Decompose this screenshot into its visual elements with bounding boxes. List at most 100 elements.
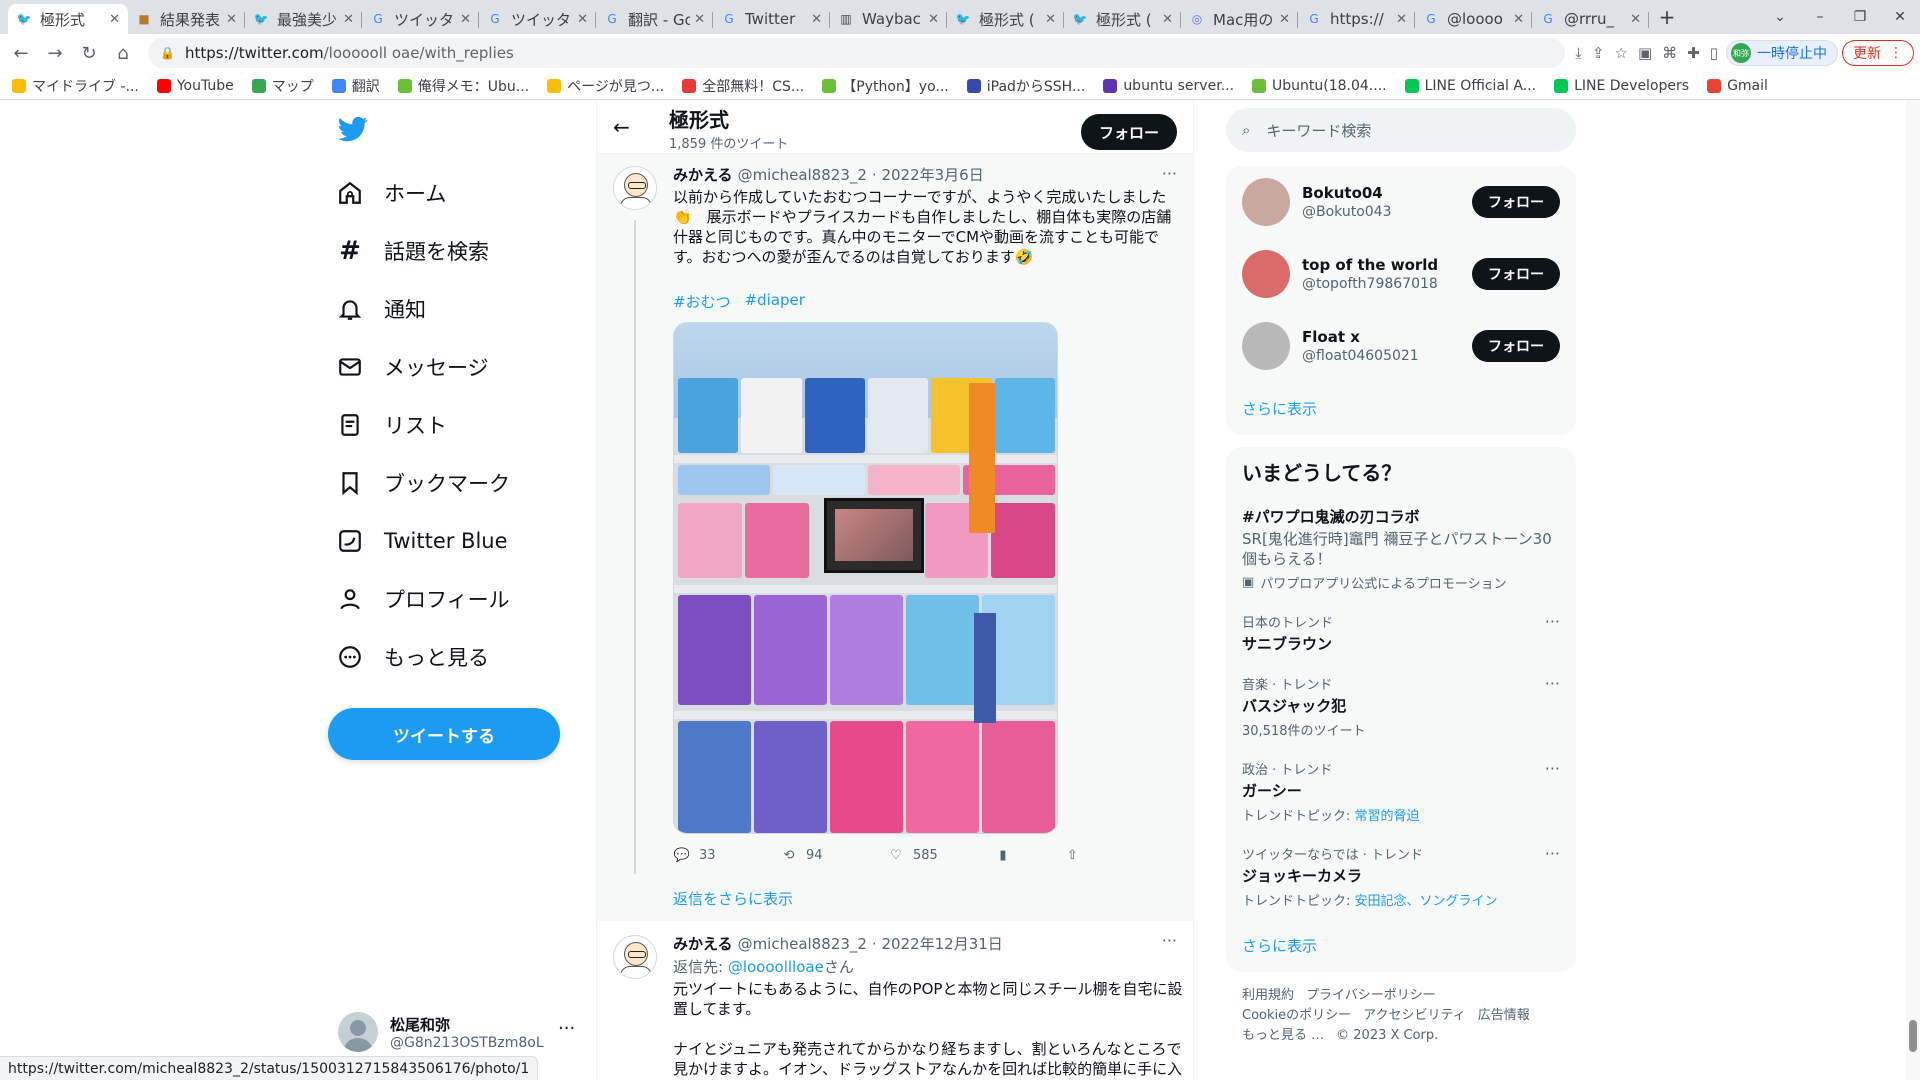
back-arrow-icon[interactable]: ← [613, 115, 647, 139]
trend-topic-link[interactable]: 安田記念、ソングライン [1355, 894, 1498, 909]
star-icon[interactable]: ☆ [1615, 44, 1628, 62]
who-to-follow-item[interactable]: Bokuto04 @Bokuto043 フォロー [1226, 166, 1576, 238]
close-window-icon[interactable]: ✕ [1880, 9, 1920, 25]
scrollbar-thumb[interactable] [1909, 1020, 1917, 1052]
browser-tab[interactable]: ■ 結果発表 ✕ [128, 4, 245, 34]
bookmark-item[interactable]: 俺得メモ：Ubu... [397, 76, 529, 96]
nav-item-home[interactable]: ホーム [336, 168, 446, 218]
bookmark-item[interactable]: Ubuntu(18.04.... [1252, 78, 1387, 94]
user-avatar[interactable] [1242, 322, 1290, 370]
tweet-author-name[interactable]: みかえる [673, 933, 733, 954]
tab-close-icon[interactable]: ✕ [1630, 12, 1641, 27]
new-tab-button[interactable]: + [1649, 5, 1685, 29]
bookmark-item[interactable]: Gmail [1707, 78, 1768, 94]
share-action[interactable]: ⇧ [1063, 846, 1093, 864]
update-button[interactable]: 更新 ⋮ [1842, 40, 1914, 66]
user-avatar[interactable] [1242, 178, 1290, 226]
follow-button[interactable]: フォロー [1080, 114, 1177, 150]
browser-tab[interactable]: G @rrru_ ✕ [1532, 4, 1649, 34]
home-browser-icon[interactable]: ⌂ [108, 38, 138, 68]
promoted-trend[interactable]: #パワプロ鬼滅の刃コラボ SR[鬼化進行時]竈門 禰豆子とパワストーン30個もら… [1226, 494, 1576, 602]
hashtag-link[interactable]: #diaper [745, 291, 805, 312]
bookmark-item[interactable]: YouTube [156, 78, 234, 94]
browser-tab[interactable]: G Twitter ✕ [713, 4, 830, 34]
browser-tab[interactable]: G 翻訳 - Go ✕ [596, 4, 713, 34]
browser-tab[interactable]: ◎ Mac用の ✕ [1181, 4, 1298, 34]
tweet-date[interactable]: · 2022年3月6日 [872, 164, 984, 185]
bookmark-item[interactable]: LINE Developers [1554, 78, 1689, 94]
bookmark-item[interactable]: iPadからSSH... [966, 76, 1085, 96]
trend-more-icon[interactable]: ··· [1545, 844, 1560, 863]
bookmark-item[interactable]: マップ [251, 76, 314, 96]
retweet-action[interactable]: ⟲ 94 [780, 846, 887, 864]
trend-item[interactable]: ツイッターならでは · トレンド ジョッキーカメラ トレンドトピック: 安田記念、ソ… [1226, 834, 1576, 919]
who-show-more-link[interactable]: さらに表示 [1226, 382, 1576, 435]
nav-item-hashtag[interactable]: # 話題を検索 [336, 226, 489, 276]
trend-item[interactable]: 政治 · トレンド ガーシー トレンドトピック: 常習的脅迫 ··· [1226, 749, 1576, 834]
like-action[interactable]: ♡ 585 [887, 846, 994, 864]
page-scrollbar[interactable] [1906, 100, 1920, 1080]
tab-close-icon[interactable]: ✕ [928, 12, 939, 27]
bookmark-item[interactable]: LINE Official A... [1404, 78, 1536, 94]
tweet-avatar[interactable] [613, 935, 657, 979]
browser-tab[interactable]: 🐦 極形式 ✕ [8, 4, 128, 34]
nav-item-twitter-blue[interactable]: Twitter Blue [336, 516, 508, 566]
restore-icon[interactable]: ❐ [1840, 9, 1880, 25]
nav-item-mail[interactable]: メッセージ [336, 342, 489, 392]
browser-tab[interactable]: G @loooo ✕ [1415, 4, 1532, 34]
footer-link[interactable]: Cookieのポリシー [1242, 1008, 1351, 1023]
sidepanel-icon[interactable]: ▯ [1710, 44, 1718, 62]
tab-close-icon[interactable]: ✕ [1513, 12, 1524, 27]
install-icon[interactable]: ⤓ [1575, 44, 1582, 62]
hashtag-link[interactable]: #おむつ [673, 291, 731, 312]
tab-close-icon[interactable]: ✕ [577, 12, 588, 27]
trend-topic-link[interactable]: 常習的脅迫 [1355, 809, 1420, 824]
who-to-follow-item[interactable]: top of the world @topofth79867018 フォロー [1226, 238, 1576, 310]
tweet-photo[interactable] [673, 322, 1058, 834]
tweet-author-handle[interactable]: @micheal8823_2 [738, 935, 867, 953]
show-more-replies-link[interactable]: 返信をさらに表示 [597, 874, 1193, 921]
bookmark-item[interactable]: 【Python】yo... [822, 76, 949, 96]
footer-link[interactable]: 利用規約 [1242, 988, 1294, 1003]
reply-to-link[interactable]: @loooollloae [728, 958, 824, 976]
tweet-button[interactable]: ツイートする [328, 708, 560, 760]
back-icon[interactable]: ← [6, 38, 36, 68]
browser-tab[interactable]: ▥ Waybac ✕ [830, 4, 947, 34]
bookmark-item[interactable]: 全部無料！CS... [682, 76, 804, 96]
search-input[interactable]: キーワード検索 [1266, 120, 1371, 141]
tab-close-icon[interactable]: ✕ [1279, 12, 1290, 27]
trend-more-icon[interactable]: ··· [1545, 612, 1560, 631]
address-bar[interactable]: 🔒 https://twitter.com/loooooll oae/with_… [148, 38, 1566, 68]
user-avatar[interactable] [1242, 250, 1290, 298]
who-to-follow-item[interactable]: Float x @float04605021 フォロー [1226, 310, 1576, 382]
browser-tab[interactable]: 🐦 極形式 (✕ [947, 4, 1064, 34]
tab-close-icon[interactable]: ✕ [109, 12, 120, 27]
tab-close-icon[interactable]: ✕ [1396, 12, 1407, 27]
tab-close-icon[interactable]: ✕ [1162, 12, 1173, 27]
browser-tab[interactable]: 🐦 最強美少 ✕ [245, 4, 362, 34]
tweet-author-handle[interactable]: @micheal8823_2 [738, 166, 867, 184]
trends-show-more-link[interactable]: さらに表示 [1226, 919, 1576, 972]
reply-action[interactable]: 💬 33 [673, 846, 780, 864]
bookmark-item[interactable]: マイドライブ -... [12, 76, 139, 96]
share-icon[interactable]: ⇪ [1592, 44, 1605, 62]
follow-user-button[interactable]: フォロー [1472, 186, 1560, 218]
bookmark-item[interactable]: ubuntu server... [1103, 78, 1234, 94]
minimize-icon[interactable]: – [1800, 9, 1840, 25]
nav-item-bell[interactable]: 通知 [336, 284, 426, 334]
footer-link[interactable]: プライバシーポリシー [1306, 988, 1436, 1003]
tweet-item[interactable]: みかえる @micheal8823_2 · 2022年3月6日 ··· 以前から… [597, 154, 1193, 920]
trend-more-icon[interactable]: ··· [1545, 759, 1560, 778]
footer-link[interactable]: © 2023 X Corp. [1336, 1028, 1438, 1043]
reload-icon[interactable]: ↻ [74, 38, 104, 68]
sync-paused-button[interactable]: 和弥 一時停止中 [1726, 40, 1838, 66]
trend-item[interactable]: 日本のトレンド サニブラウン ··· [1226, 602, 1576, 664]
nav-item-bookmark[interactable]: ブックマーク [336, 458, 510, 508]
browser-tab[interactable]: G ツイッタ ✕ [362, 4, 479, 34]
nav-item-more[interactable]: もっと見る [336, 632, 489, 682]
footer-link[interactable]: もっと見る … [1242, 1028, 1324, 1043]
twitter-logo-icon[interactable] [336, 114, 370, 144]
tweet-author-name[interactable]: みかえる [673, 164, 733, 185]
tweet-avatar[interactable] [613, 166, 657, 210]
tab-close-icon[interactable]: ✕ [460, 12, 471, 27]
